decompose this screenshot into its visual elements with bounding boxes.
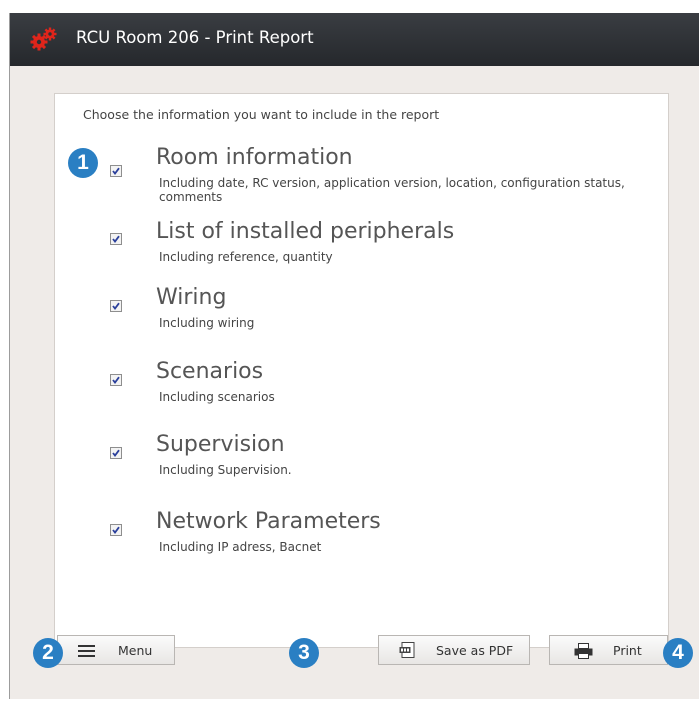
option-room-information: Room information Including date, RC vers… — [55, 145, 668, 205]
option-title: List of installed peripherals — [156, 219, 455, 244]
check-icon — [112, 526, 120, 534]
option-title: Scenarios — [156, 359, 264, 384]
callout-badge-4: 4 — [663, 638, 693, 668]
save-as-pdf-label: Save as PDF — [436, 643, 514, 658]
pdf-icon — [399, 642, 415, 658]
callout-badge-2: 2 — [33, 638, 63, 668]
check-icon — [112, 449, 120, 457]
window-title: RCU Room 206 - Print Report — [76, 28, 314, 47]
option-description: Including Supervision. — [159, 463, 292, 477]
option-installed-peripherals: List of installed peripherals Including … — [55, 219, 668, 279]
scenarios-checkbox[interactable] — [110, 374, 122, 386]
option-supervision: Supervision Including Supervision. — [55, 432, 668, 492]
network-parameters-checkbox[interactable] — [110, 524, 122, 536]
option-description: Including reference, quantity — [159, 250, 333, 264]
save-as-pdf-button[interactable]: Save as PDF — [378, 635, 530, 665]
option-title: Room information — [156, 145, 353, 170]
callout-badge-3: 3 — [289, 638, 319, 668]
hamburger-icon — [78, 645, 95, 657]
installed-peripherals-checkbox[interactable] — [110, 233, 122, 245]
print-button[interactable]: Print — [549, 635, 668, 665]
check-icon — [112, 235, 120, 243]
gears-icon — [30, 27, 57, 51]
option-title: Wiring — [156, 285, 227, 310]
supervision-checkbox[interactable] — [110, 447, 122, 459]
printer-icon — [574, 643, 593, 659]
check-icon — [112, 167, 120, 175]
option-network-parameters: Network Parameters Including IP adress, … — [55, 509, 668, 569]
print-button-label: Print — [613, 643, 642, 658]
callout-badge-1: 1 — [68, 148, 98, 178]
option-title: Supervision — [156, 432, 285, 457]
menu-button-label: Menu — [118, 643, 153, 658]
report-options-panel: Choose the information you want to inclu… — [54, 93, 669, 648]
option-description: Including IP adress, Bacnet — [159, 540, 322, 554]
option-description: Including wiring — [159, 316, 255, 330]
wiring-checkbox[interactable] — [110, 300, 122, 312]
instruction-text: Choose the information you want to inclu… — [83, 107, 440, 122]
option-wiring: Wiring Including wiring — [55, 285, 668, 345]
check-icon — [112, 302, 120, 310]
menu-button[interactable]: Menu — [57, 635, 175, 665]
option-title: Network Parameters — [156, 509, 381, 534]
option-description: Including date, RC version, application … — [159, 176, 625, 204]
option-scenarios: Scenarios Including scenarios — [55, 359, 668, 419]
title-bar: RCU Room 206 - Print Report — [10, 13, 699, 66]
room-information-checkbox[interactable] — [110, 165, 122, 177]
print-report-window: RCU Room 206 - Print Report Choose the i… — [9, 13, 699, 699]
check-icon — [112, 376, 120, 384]
option-description: Including scenarios — [159, 390, 275, 404]
